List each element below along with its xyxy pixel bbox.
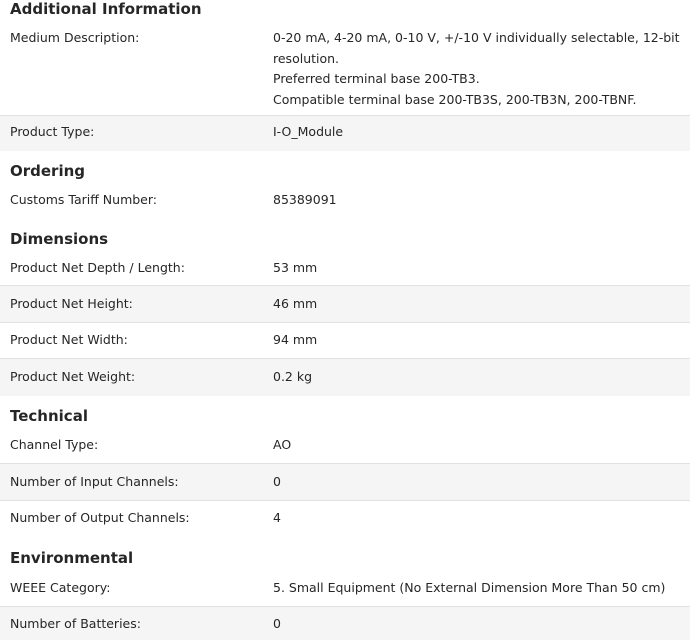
row-medium-description: Medium Description: 0-20 mA, 4-20 mA, 0-…: [0, 18, 690, 116]
row-product-type: Product Type: I-O_Module: [0, 116, 690, 151]
row-value: 5. Small Equipment (No External Dimensio…: [273, 580, 666, 595]
value-line: 0-20 mA, 4-20 mA, 0-10 V, +/-10 V indivi…: [273, 30, 680, 45]
row-label: Number of Input Channels:: [10, 474, 179, 489]
row-value: 0-20 mA, 4-20 mA, 0-10 V, +/-10 V indivi…: [273, 28, 690, 110]
row-value: 0.2 kg: [273, 369, 313, 384]
row-number-of-input-channels: Number of Input Channels: 0: [0, 464, 690, 501]
product-details: Additional Information Medium Descriptio…: [0, 0, 690, 640]
row-label: Customs Tariff Number:: [10, 192, 158, 207]
section-additional-information: Additional Information: [0, 0, 690, 18]
row-label: Product Net Width:: [10, 332, 128, 347]
value-line: resolution.: [273, 50, 340, 66]
section-title: Additional Information: [10, 0, 202, 18]
row-product-net-weight: Product Net Weight: 0.2 kg: [0, 359, 690, 396]
row-value: 46 mm: [273, 296, 318, 311]
row-value: 0: [273, 474, 281, 489]
row-label: Medium Description:: [10, 30, 140, 45]
section-ordering: Ordering: [0, 151, 690, 183]
value-line: Preferred terminal base 200-TB3.: [273, 71, 480, 86]
row-product-net-width: Product Net Width: 94 mm: [0, 323, 690, 359]
row-value: I-O_Module: [273, 124, 344, 139]
row-label: Number of Batteries:: [10, 616, 141, 631]
row-number-of-batteries: Number of Batteries: 0: [0, 607, 690, 640]
row-channel-type: Channel Type: AO: [0, 427, 690, 464]
row-label: Product Net Depth / Length:: [10, 260, 185, 275]
section-title: Dimensions: [10, 230, 109, 248]
section-title: Environmental: [10, 549, 134, 567]
row-weee-category: WEEE Category: 5. Small Equipment (No Ex…: [0, 570, 690, 607]
row-value: 53 mm: [273, 260, 318, 275]
section-title: Technical: [10, 407, 88, 425]
row-label: Product Type:: [10, 124, 95, 139]
section-dimensions: Dimensions: [0, 218, 690, 251]
section-technical: Technical: [0, 396, 690, 427]
row-product-net-height: Product Net Height: 46 mm: [0, 286, 690, 323]
row-label: Number of Output Channels:: [10, 510, 190, 525]
row-value: 94 mm: [273, 332, 318, 347]
row-product-net-depth: Product Net Depth / Length: 53 mm: [0, 251, 690, 286]
row-label: Product Net Weight:: [10, 369, 136, 384]
row-label: Channel Type:: [10, 437, 99, 452]
value-line: Compatible terminal base 200-TB3S, 200-T…: [273, 91, 637, 107]
section-environmental: Environmental: [0, 537, 690, 570]
row-label: WEEE Category:: [10, 580, 111, 595]
row-value: AO: [273, 437, 292, 452]
row-value: 0: [273, 616, 281, 631]
row-customs-tariff-number: Customs Tariff Number: 85389091: [0, 183, 690, 218]
row-value: 4: [273, 510, 281, 525]
row-value: 85389091: [273, 192, 337, 207]
row-label: Product Net Height:: [10, 296, 133, 311]
row-number-of-output-channels: Number of Output Channels: 4: [0, 501, 690, 537]
section-title: Ordering: [10, 162, 86, 180]
